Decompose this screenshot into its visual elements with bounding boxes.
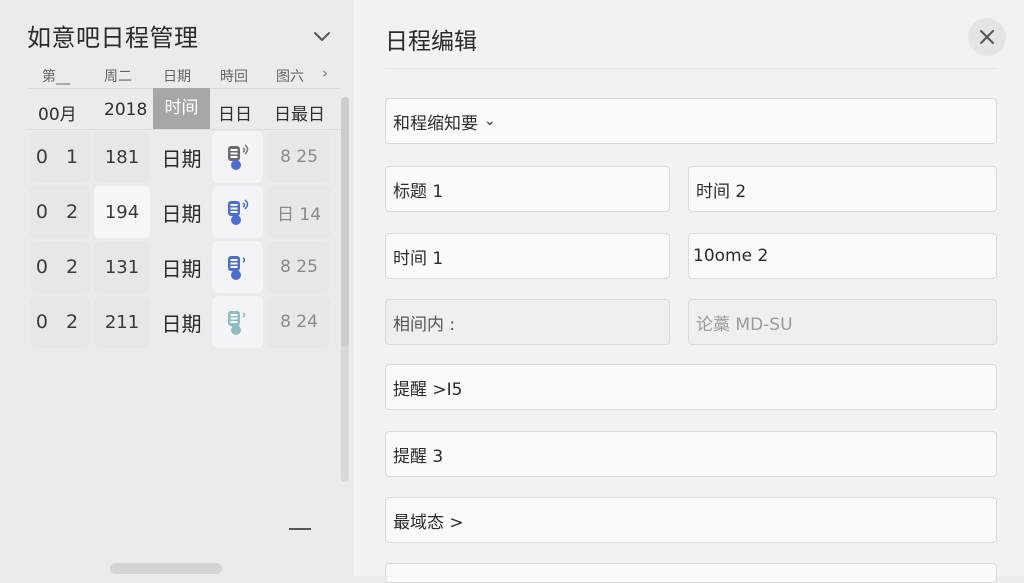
header-time-selected[interactable]: 时间 (153, 88, 210, 129)
music-note-icon (227, 199, 248, 225)
table-cell[interactable]: 131 (94, 241, 150, 293)
weekday-label: 第__ (42, 69, 70, 85)
divider (385, 68, 997, 69)
table-cell[interactable]: 0 2 (30, 241, 90, 293)
chevron-down-icon[interactable] (310, 24, 334, 48)
weekday-label: 周二 (104, 69, 132, 85)
table-cell[interactable]: 8 24 (268, 296, 330, 348)
table-cell[interactable]: 日 14 (268, 186, 330, 238)
editor-panel (354, 0, 1024, 576)
time1-field[interactable]: 时间 1 (385, 233, 670, 279)
table-cell[interactable]: 日期 (153, 131, 210, 183)
next-field[interactable] (385, 563, 997, 583)
weekday-label: 時回 (220, 69, 248, 85)
weekday-label: 图六 (276, 69, 304, 85)
content-field[interactable]: 相间内 : (385, 299, 670, 345)
chevron-right-icon[interactable]: › (322, 64, 328, 82)
table-cell[interactable]: 8 25 (268, 131, 330, 183)
horizontal-scrollbar[interactable] (110, 563, 222, 574)
reminder3-field[interactable]: 提醒 3 (385, 431, 997, 477)
title-field[interactable]: 标题 1 (385, 166, 670, 212)
table-cell[interactable]: 8 25 (268, 241, 330, 293)
divider (28, 129, 340, 130)
header-month: 00月 (38, 105, 77, 125)
app-title: 如意吧日程管理 (27, 24, 199, 52)
vertical-scrollbar-thumb[interactable] (341, 97, 349, 347)
table-cell[interactable]: 194 (94, 186, 150, 238)
music-note-icon (227, 311, 245, 335)
header-time-label: 时间 (164, 98, 199, 118)
table-cell[interactable]: 日期 (153, 296, 210, 348)
close-button[interactable] (968, 18, 1006, 56)
table-cell[interactable]: 181 (94, 131, 150, 183)
table-cell[interactable]: 日期 (153, 241, 210, 293)
music-note-icon (227, 256, 245, 280)
category-dropdown-label: 和程缩知要 (393, 113, 478, 134)
table-cell[interactable]: 日期 (153, 186, 210, 238)
header-year: 2018 (104, 100, 148, 120)
event-icon-cell[interactable] (212, 296, 263, 348)
content-input[interactable]: 论藁 MD-SU (688, 299, 997, 345)
table-cell[interactable]: 0 1 (30, 131, 90, 183)
reminder-field[interactable]: 提醒 >I5 (385, 364, 997, 410)
music-note-icon (227, 144, 248, 170)
table-cell[interactable]: 0 2 (30, 186, 90, 238)
event-icon-cell[interactable] (212, 131, 263, 183)
home-field[interactable]: 10ome 2 (688, 233, 997, 279)
category-dropdown[interactable]: 和程缩知要 ⌄ (385, 98, 997, 144)
chevron-down-icon: ⌄ (484, 113, 496, 129)
time2-field[interactable]: 时间 2 (688, 166, 997, 212)
schedule-panel: 如意吧日程管理 第__ 周二 日期 時回 图六 › 00月 2018 时间 日日… (0, 0, 354, 576)
event-icon-cell[interactable] (212, 186, 263, 238)
editor-title: 日程编辑 (385, 29, 477, 55)
content-placeholder: 论藁 MD-SU (696, 314, 793, 335)
minimize-icon[interactable] (289, 528, 311, 530)
header-day-end: 日最日 (274, 105, 325, 125)
header-day: 日日 (218, 105, 252, 125)
close-icon (980, 30, 994, 44)
table-cell[interactable]: 211 (94, 296, 150, 348)
weekday-label: 日期 (163, 69, 191, 85)
event-icon-cell[interactable] (212, 241, 263, 293)
table-cell[interactable]: 0 2 (30, 296, 90, 348)
domain-field[interactable]: 最域态 > (385, 497, 997, 543)
